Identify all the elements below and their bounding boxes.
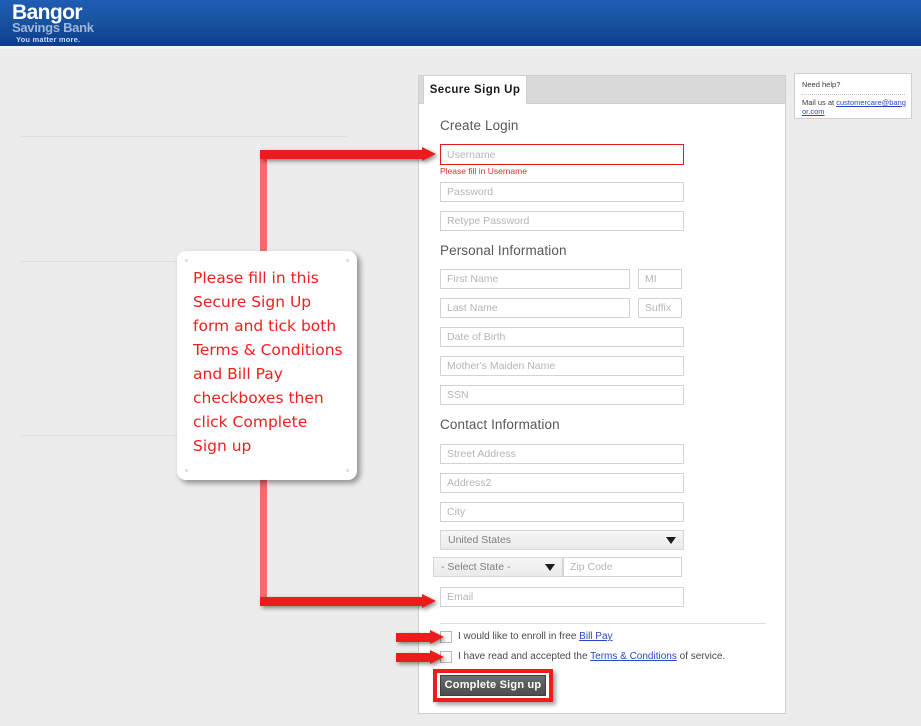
state-select[interactable]: - Select State - (433, 557, 563, 577)
tab-secure-sign-up[interactable]: Secure Sign Up (423, 76, 527, 104)
date-of-birth-input[interactable] (440, 327, 684, 347)
callout-corner-dot (346, 469, 349, 472)
section-heading-personal-information: Personal Information (440, 243, 567, 258)
need-help-panel: Need help? Mail us at customercare@bango… (794, 73, 912, 119)
arrow-shaft (396, 633, 430, 642)
annotation-arrow-to-terms-checkbox (396, 650, 444, 664)
username-error-message: Please fill in Username (440, 166, 527, 176)
zip-code-input[interactable] (563, 557, 682, 577)
mi-input[interactable] (638, 269, 682, 289)
arrow-head-icon (430, 630, 444, 644)
annotation-callout-box: Please fill in this Secure Sign Up form … (177, 251, 357, 480)
need-help-title: Need help? (802, 80, 841, 89)
arrow-head-icon (422, 147, 436, 161)
terms-label: I have read and accepted the Terms & Con… (458, 650, 725, 664)
bill-pay-label: I would like to enroll in free Bill Pay (458, 630, 613, 644)
address2-input[interactable] (440, 473, 684, 493)
bill-pay-text-before: I would like to enroll in free (458, 631, 580, 642)
mothers-maiden-name-input[interactable] (440, 356, 684, 376)
username-input[interactable] (440, 144, 684, 165)
logo-tagline: You matter more. (16, 35, 81, 44)
section-heading-contact-information: Contact Information (440, 417, 560, 432)
tab-strip: Secure Sign Up (419, 76, 785, 104)
country-select[interactable]: United States (440, 530, 684, 550)
chevron-down-icon (666, 537, 676, 544)
complete-signup-button[interactable]: Complete Sign up (440, 675, 546, 696)
annotation-arrow-to-email (260, 594, 436, 608)
need-help-text: Mail us at customercare@bangor.com (802, 98, 906, 116)
callout-corner-dot (346, 259, 349, 262)
site-header: Bangor Savings Bank You matter more. (0, 0, 921, 46)
need-help-divider (801, 94, 905, 96)
arrow-head-icon (430, 650, 444, 664)
checkbox-section-rule (440, 623, 766, 624)
last-name-input[interactable] (440, 298, 630, 318)
first-name-input[interactable] (440, 269, 630, 289)
arrow-head-icon (422, 594, 436, 608)
country-select-value: United States (448, 534, 512, 546)
arrow-shaft (260, 597, 422, 606)
retype-password-input[interactable] (440, 211, 684, 231)
city-input[interactable] (440, 502, 684, 522)
password-input[interactable] (440, 182, 684, 202)
bangor-savings-bank-logo[interactable]: Bangor Savings Bank You matter more. (10, 2, 180, 46)
terms-text-after: of service. (676, 651, 726, 662)
email-input[interactable] (440, 587, 684, 607)
arrow-shaft (260, 150, 422, 159)
annotation-arrow-to-username (260, 147, 436, 161)
ssn-input[interactable] (440, 385, 684, 405)
callout-corner-dot (185, 469, 188, 472)
street-address-input[interactable] (440, 444, 684, 464)
bill-pay-link[interactable]: Bill Pay (579, 631, 612, 642)
suffix-input[interactable] (638, 298, 682, 318)
need-help-text-before: Mail us at (802, 98, 837, 107)
annotation-arrow-to-bill-pay-checkbox (396, 630, 444, 644)
logo-text-savings-bank: Savings Bank (12, 20, 94, 35)
callout-corner-dot (185, 259, 188, 262)
section-rule-create-login (21, 136, 347, 137)
terms-and-conditions-link[interactable]: Terms & Conditions (590, 651, 677, 662)
annotation-callout-text: Please fill in this Secure Sign Up form … (193, 269, 343, 455)
state-select-value: - Select State - (441, 561, 511, 573)
chevron-down-icon (545, 564, 555, 571)
arrow-shaft (396, 653, 430, 662)
terms-text-before: I have read and accepted the (458, 651, 591, 662)
section-heading-create-login: Create Login (440, 118, 519, 133)
